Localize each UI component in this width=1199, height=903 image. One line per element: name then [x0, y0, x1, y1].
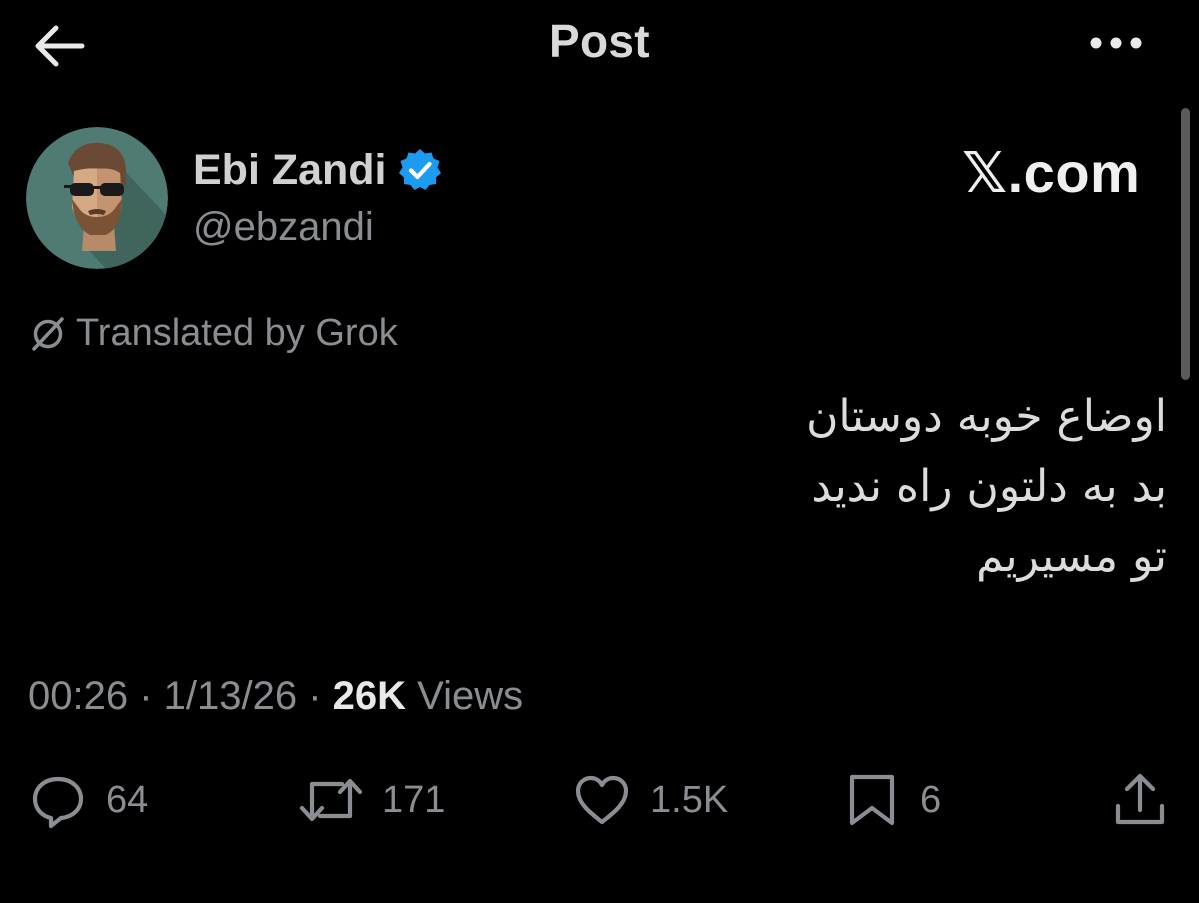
- more-horizontal-icon: [1086, 36, 1146, 50]
- share-button[interactable]: [1110, 766, 1170, 834]
- author-handle[interactable]: @ebzandi: [193, 205, 374, 250]
- tweet-line: بد به دلتون راه ندید: [811, 461, 1167, 512]
- verified-badge-icon[interactable]: [397, 147, 443, 193]
- scrollbar[interactable]: [1181, 108, 1190, 380]
- repost-count: 171: [382, 778, 446, 821]
- more-options-button[interactable]: [1076, 18, 1156, 68]
- translated-by-grok[interactable]: Translated by Grok: [28, 308, 398, 358]
- bookmark-count: 6: [920, 778, 942, 821]
- views-count[interactable]: 26K: [333, 674, 406, 719]
- like-button[interactable]: 1.5K: [572, 766, 728, 834]
- heart-icon: [572, 770, 632, 830]
- meta-separator: ·: [128, 673, 164, 718]
- share-icon: [1110, 770, 1170, 830]
- reply-icon: [28, 770, 88, 830]
- views-label: Views: [406, 673, 524, 718]
- grok-icon: [28, 313, 68, 353]
- reply-count: 64: [106, 778, 149, 821]
- bookmark-icon: [842, 770, 902, 830]
- bookmark-button[interactable]: 6: [842, 766, 941, 834]
- post-date[interactable]: 1/13/26: [164, 674, 297, 719]
- post-time[interactable]: 00:26: [28, 674, 128, 719]
- author-name-row: Ebi Zandi: [193, 140, 443, 200]
- watermark: 𝕏.com: [962, 141, 1141, 204]
- meta-separator: ·: [297, 673, 333, 718]
- repost-icon: [298, 770, 364, 830]
- tweet-line: اوضاع خوبه دوستان: [806, 391, 1167, 442]
- like-count: 1.5K: [650, 778, 729, 821]
- tweet-meta: 00:26 · 1/13/26 · 26K Views: [28, 668, 523, 724]
- avatar[interactable]: [26, 127, 168, 269]
- author-name[interactable]: Ebi Zandi: [193, 146, 387, 195]
- repost-button[interactable]: 171: [298, 766, 445, 834]
- tweet-line: تو مسیریم: [976, 531, 1167, 582]
- tweet-text: اوضاع خوبه دوستان بد به دلتون راه ندید ت…: [806, 382, 1167, 592]
- page-title: Post: [549, 15, 650, 67]
- translate-label: Translated by Grok: [76, 311, 398, 354]
- reply-button[interactable]: 64: [28, 766, 148, 834]
